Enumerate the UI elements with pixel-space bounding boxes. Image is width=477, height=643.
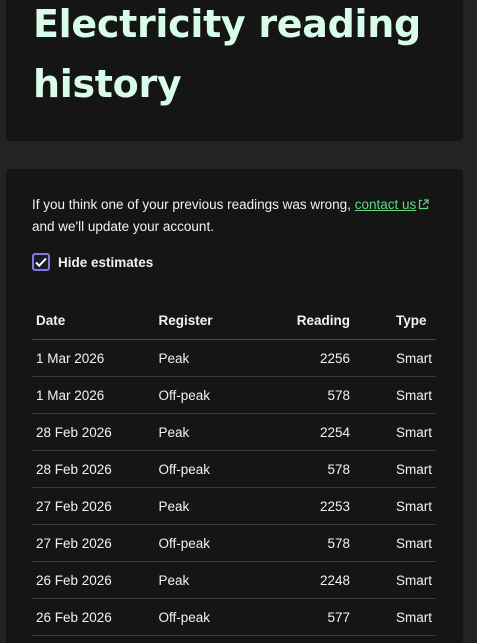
- cell-date: 1 Mar 2026: [32, 376, 155, 414]
- table-row: 1 Mar 2026 Off-peak 578 Smart: [32, 376, 436, 414]
- cell-reading: 2253: [266, 487, 372, 525]
- hide-estimates-checkbox[interactable]: [32, 253, 50, 271]
- readings-table: Date Register Reading Type 1 Mar 2026 Pe…: [32, 302, 436, 636]
- column-header-type: Type: [371, 302, 436, 340]
- cell-register: Off-peak: [154, 376, 267, 414]
- header-card: Electricity reading history: [6, 0, 463, 141]
- cell-type: Smart: [371, 339, 436, 377]
- cell-date: 1 Mar 2026: [32, 339, 155, 377]
- table-row: 27 Feb 2026 Off-peak 578 Smart: [32, 524, 436, 562]
- table-row: 26 Feb 2026 Peak 2248 Smart: [32, 561, 436, 599]
- cell-date: 26 Feb 2026: [32, 598, 155, 636]
- table-header-row: Date Register Reading Type: [32, 302, 436, 340]
- column-header-reading: Reading: [266, 302, 372, 340]
- cell-date: 27 Feb 2026: [32, 524, 155, 562]
- intro-text: If you think one of your previous readin…: [32, 195, 452, 237]
- cell-reading: 2248: [266, 561, 372, 599]
- cell-type: Smart: [371, 376, 436, 414]
- cell-type: Smart: [371, 598, 436, 636]
- contact-us-link-label: contact us: [354, 197, 417, 212]
- page: Electricity reading history If you think…: [0, 0, 477, 643]
- page-title: Electricity reading history: [33, 2, 421, 106]
- cell-reading: 578: [266, 450, 372, 488]
- external-link-icon: [418, 196, 429, 217]
- intro-text-after: and we'll update your account.: [32, 218, 214, 234]
- cell-register: Off-peak: [154, 450, 267, 488]
- table-row: 28 Feb 2026 Off-peak 578 Smart: [32, 450, 436, 488]
- cell-reading: 578: [266, 524, 372, 562]
- cell-type: Smart: [371, 561, 436, 599]
- readings-card: If you think one of your previous readin…: [6, 169, 463, 643]
- cell-reading: 577: [266, 598, 372, 636]
- cell-register: Off-peak: [154, 598, 267, 636]
- cell-register: Peak: [154, 487, 267, 525]
- cell-register: Peak: [154, 413, 267, 451]
- cell-reading: 2256: [266, 339, 372, 377]
- cell-reading: 578: [266, 376, 372, 414]
- hide-estimates-label: Hide estimates: [58, 254, 154, 270]
- contact-us-link[interactable]: contact us: [355, 197, 430, 212]
- cell-reading: 2254: [266, 413, 372, 451]
- table-row: 1 Mar 2026 Peak 2256 Smart: [32, 339, 436, 377]
- intro-text-before: If you think one of your previous readin…: [32, 197, 355, 212]
- column-header-date: Date: [32, 302, 155, 340]
- table-row: 27 Feb 2026 Peak 2253 Smart: [32, 487, 436, 525]
- cell-date: 28 Feb 2026: [32, 413, 155, 451]
- cell-register: Peak: [154, 339, 267, 377]
- cell-type: Smart: [371, 524, 436, 562]
- cell-register: Off-peak: [154, 524, 267, 562]
- cell-type: Smart: [371, 487, 436, 525]
- cell-date: 28 Feb 2026: [32, 450, 155, 488]
- cell-date: 27 Feb 2026: [32, 487, 155, 525]
- cell-type: Smart: [371, 450, 436, 488]
- hide-estimates-toggle[interactable]: Hide estimates: [32, 253, 153, 271]
- cell-type: Smart: [371, 413, 436, 451]
- table-row: 28 Feb 2026 Peak 2254 Smart: [32, 413, 436, 451]
- cell-register: Peak: [154, 561, 267, 599]
- checkmark-icon: [35, 257, 47, 268]
- column-header-register: Register: [154, 302, 267, 340]
- table-row: 26 Feb 2026 Off-peak 577 Smart: [32, 598, 436, 636]
- cell-date: 26 Feb 2026: [32, 561, 155, 599]
